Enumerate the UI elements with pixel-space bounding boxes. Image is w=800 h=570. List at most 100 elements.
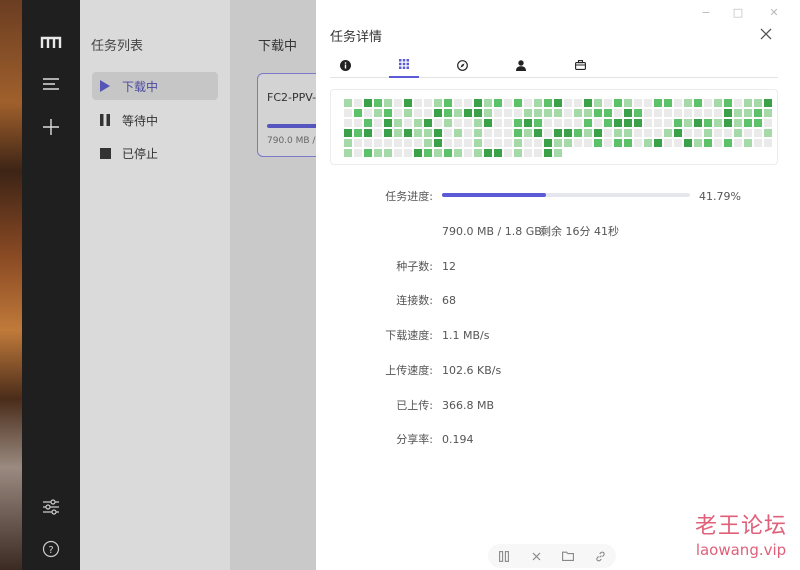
piece-cell xyxy=(754,119,762,127)
piece-cell xyxy=(654,99,662,107)
piece-cell xyxy=(734,109,742,117)
piece-cell xyxy=(454,119,462,127)
piece-cell xyxy=(504,109,512,117)
nav-stopped[interactable]: 已停止 xyxy=(92,139,218,167)
piece-cell xyxy=(634,109,642,117)
piece-cell xyxy=(694,129,702,137)
piece-cell xyxy=(744,139,752,147)
piece-cell xyxy=(734,99,742,107)
piece-cell xyxy=(534,99,542,107)
piece-cell xyxy=(514,109,522,117)
progress-bar-fill xyxy=(442,193,546,197)
piece-cell xyxy=(664,139,672,147)
piece-cell xyxy=(534,119,542,127)
piece-cell xyxy=(434,119,442,127)
piece-cell xyxy=(704,119,712,127)
help-icon[interactable]: ? xyxy=(22,539,80,559)
nav-waiting[interactable]: 等待中 xyxy=(92,106,218,134)
piece-cell xyxy=(424,149,432,157)
size-value: 790.0 MB / 1.8 GB xyxy=(442,224,542,238)
piece-cell xyxy=(374,119,382,127)
piece-cell xyxy=(724,119,732,127)
menu-lines-icon[interactable] xyxy=(22,74,80,94)
close-icon[interactable] xyxy=(756,24,776,44)
piece-cell xyxy=(594,119,602,127)
piece-cell xyxy=(424,129,432,137)
seeds-label: 种子数: xyxy=(396,260,433,273)
piece-cell xyxy=(604,129,612,137)
app-rail: ? xyxy=(22,0,80,570)
piece-cell xyxy=(554,119,562,127)
piece-cell xyxy=(704,139,712,147)
piece-cell xyxy=(674,129,682,137)
link-icon[interactable] xyxy=(591,547,609,565)
piece-cell xyxy=(454,99,462,107)
piece-cell xyxy=(594,139,602,147)
size-row: 790.0 MB / 1.8 GB 剩余 16分 41秒 xyxy=(316,221,800,241)
piece-cell xyxy=(744,129,752,137)
piece-cell xyxy=(624,139,632,147)
piece-cell xyxy=(524,139,532,147)
piece-cell xyxy=(524,129,532,137)
piece-cell xyxy=(434,129,442,137)
piece-cell xyxy=(544,139,552,147)
piece-cell xyxy=(674,139,682,147)
piece-cell xyxy=(484,129,492,137)
task-list-pane: 任务列表 下载中 等待中 已停止 下载中 FC2-PPV-2 790.0 MB … xyxy=(80,0,327,570)
piece-cell xyxy=(424,139,432,147)
compass-icon[interactable] xyxy=(447,52,477,78)
piece-cell xyxy=(494,119,502,127)
window-close-button[interactable]: ✕ xyxy=(764,4,784,20)
piece-cell xyxy=(444,99,452,107)
settings-sliders-icon[interactable] xyxy=(22,497,80,517)
plus-icon[interactable] xyxy=(22,117,80,137)
piece-cell xyxy=(744,119,752,127)
svg-text:?: ? xyxy=(48,545,53,556)
minimize-button[interactable]: − xyxy=(696,4,716,20)
piece-cell xyxy=(754,109,762,117)
piece-cell xyxy=(614,119,622,127)
piece-cell xyxy=(734,139,742,147)
piece-cell xyxy=(414,129,422,137)
piece-cell xyxy=(644,139,652,147)
peer-icon[interactable] xyxy=(506,52,536,78)
nav-downloading-label: 下载中 xyxy=(122,79,159,94)
tracker-icon[interactable] xyxy=(565,52,595,78)
piece-cell xyxy=(394,119,402,127)
progress-row: 任务进度: 41.79% xyxy=(316,186,800,206)
piece-cell xyxy=(494,139,502,147)
info-icon[interactable] xyxy=(330,52,360,78)
piece-cell xyxy=(474,109,482,117)
piece-cell xyxy=(484,119,492,127)
piece-cell xyxy=(374,99,382,107)
piece-cell xyxy=(554,149,562,157)
folder-icon[interactable] xyxy=(559,547,577,565)
piece-cell xyxy=(484,149,492,157)
piece-cell xyxy=(554,129,562,137)
pause-icon[interactable] xyxy=(495,547,513,565)
delete-icon[interactable] xyxy=(527,547,545,565)
piece-cell xyxy=(584,109,592,117)
piece-cell xyxy=(354,139,362,147)
piece-cell xyxy=(434,109,442,117)
piece-cell xyxy=(374,129,382,137)
piece-cell xyxy=(654,139,662,147)
piece-cell xyxy=(474,139,482,147)
piece-cell xyxy=(674,99,682,107)
nav-downloading[interactable]: 下载中 xyxy=(92,72,218,100)
piece-cell xyxy=(444,139,452,147)
piece-cell xyxy=(464,119,472,127)
maximize-button[interactable]: □ xyxy=(728,4,748,20)
piece-cell xyxy=(434,139,442,147)
piece-cell xyxy=(484,139,492,147)
pieces-grid-icon[interactable] xyxy=(389,52,419,78)
piece-cell xyxy=(504,99,512,107)
share-ratio-value: 0.194 xyxy=(442,432,474,446)
piece-cell xyxy=(444,109,452,117)
connections-label: 连接数: xyxy=(396,294,433,307)
task-name: FC2-PPV-2 xyxy=(267,91,324,104)
piece-cell xyxy=(684,99,692,107)
field-row: 上传速度: 102.6 KB/s xyxy=(316,360,800,380)
piece-cell xyxy=(574,99,582,107)
piece-cell xyxy=(534,109,542,117)
